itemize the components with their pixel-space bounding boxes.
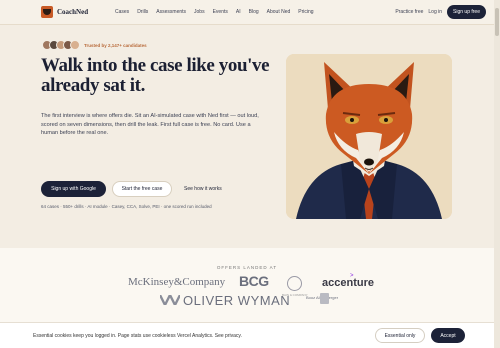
bain-logo-icon <box>287 276 302 291</box>
essential-only-button[interactable]: Essential only <box>375 328 425 343</box>
accenture-mark-icon: > <box>350 273 354 279</box>
nav-link-cases[interactable]: Cases <box>111 9 133 15</box>
signup-button[interactable]: Sign up free <box>447 5 486 19</box>
mckinsey-logo: McKinsey&Company <box>128 276 226 288</box>
fox-illustration <box>286 54 452 219</box>
avatar <box>70 40 80 50</box>
nav-links: Cases Drills Assessments Jobs Events AI … <box>111 9 318 15</box>
scrollbar-thumb[interactable] <box>495 8 499 36</box>
trusted-text: Trusted by 2,147+ candidates <box>84 42 147 48</box>
nav-actions: Practice free Log in Sign up free <box>395 5 486 19</box>
practice-free-link[interactable]: Practice free <box>395 9 423 15</box>
page-scrollbar[interactable] <box>494 0 500 348</box>
oliver-wyman-logo: OLIVER WYMAN <box>183 293 291 308</box>
accenture-logo: accenture <box>322 277 374 289</box>
hero-headline: Walk into the case like you've already s… <box>41 55 270 96</box>
kearney-caption: Booz Allen Berger <box>306 295 339 300</box>
nav-link-drills[interactable]: Drills <box>133 9 152 15</box>
nav-link-events[interactable]: Events <box>209 9 232 15</box>
trusted-badge: Trusted by 2,147+ candidates <box>42 40 147 50</box>
hero-cta-row: Sign up with Google Start the free case … <box>41 181 228 197</box>
hero-subtext: The first interview is where offers die.… <box>41 113 259 137</box>
google-signup-button[interactable]: Sign up with Google <box>41 181 106 197</box>
fox-portrait-image <box>286 54 452 219</box>
bcg-logo: BCG <box>239 273 269 289</box>
berger-logo-icon <box>320 293 329 304</box>
free-case-button[interactable]: Start the free case <box>112 181 172 197</box>
fox-logo-icon <box>41 6 53 18</box>
nav-link-assessments[interactable]: Assessments <box>152 9 190 15</box>
brand-logo[interactable]: CoachNed <box>41 6 111 18</box>
avatar-stack <box>42 40 80 50</box>
top-nav: CoachNed Cases Drills Assessments Jobs E… <box>0 0 494 25</box>
offers-label: OFFERS LANDED AT <box>216 265 278 270</box>
hero-meta: 64 cases · 550+ drills · AI module · Cas… <box>41 204 212 209</box>
cookie-text: Essential cookies keep you logged in. Pa… <box>33 332 242 339</box>
nav-link-about[interactable]: About Ned <box>263 9 295 15</box>
nav-link-ai[interactable]: AI <box>232 9 245 15</box>
accept-cookies-button[interactable]: Accept <box>431 328 465 343</box>
nav-link-blog[interactable]: Blog <box>245 9 263 15</box>
oliver-wyman-mark-icon <box>160 295 180 305</box>
nav-link-pricing[interactable]: Pricing <box>294 9 317 15</box>
login-link[interactable]: Log in <box>428 9 442 15</box>
cookie-actions: Essential only Accept <box>375 328 465 343</box>
cookie-banner: Essential cookies keep you logged in. Pa… <box>0 322 494 348</box>
how-it-works-link[interactable]: See how it works <box>178 181 228 197</box>
nav-link-jobs[interactable]: Jobs <box>190 9 209 15</box>
brand-name: CoachNed <box>57 8 89 16</box>
